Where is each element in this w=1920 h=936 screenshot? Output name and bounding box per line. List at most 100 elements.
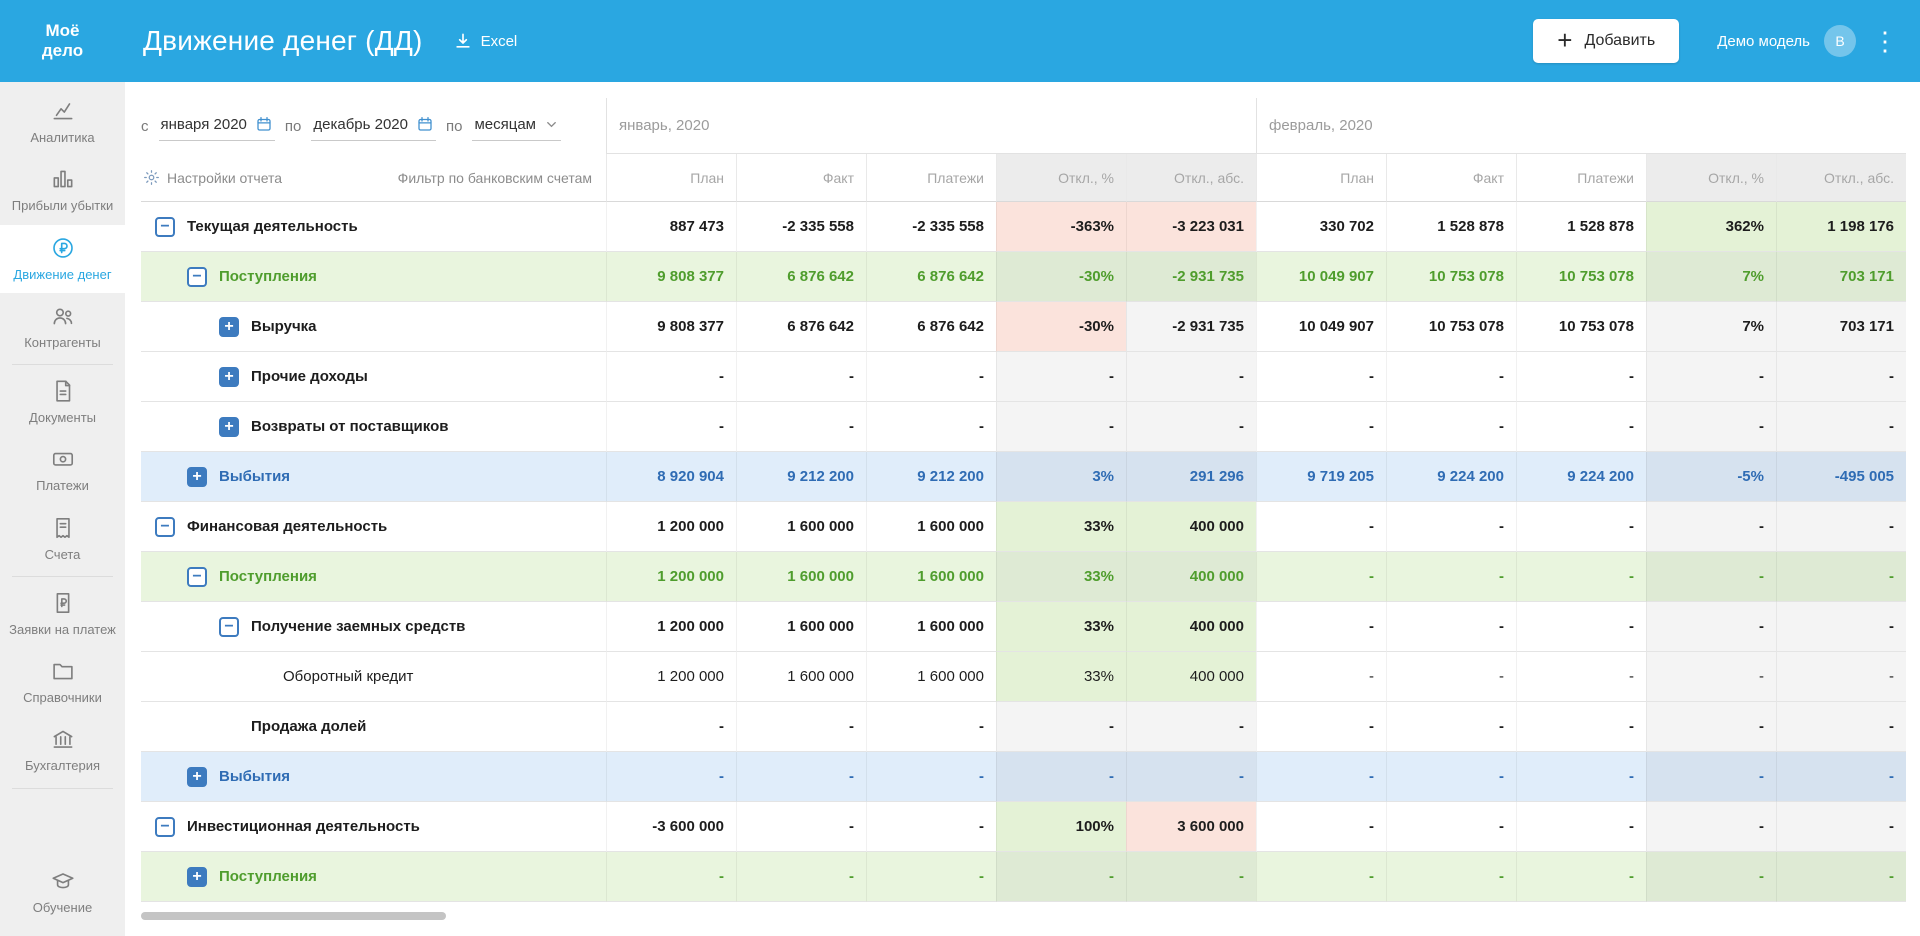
sidebar-item-label: Контрагенты	[24, 335, 101, 351]
sidebar-item-label: Заявки на платеж	[9, 622, 116, 638]
value-cell: -	[1256, 702, 1386, 752]
column-header: Платежи	[1516, 154, 1646, 202]
table-row: +Выбытия----------	[141, 752, 1906, 802]
table-row: +Прочие доходы----------	[141, 352, 1906, 402]
sidebar-divider	[12, 576, 113, 577]
excel-export-button[interactable]: Excel	[453, 31, 518, 51]
sidebar-item-accounting[interactable]: Бухгалтерия	[0, 716, 125, 784]
collapse-toggle-icon[interactable]: −	[155, 817, 175, 837]
scrollbar-thumb[interactable]	[141, 912, 446, 920]
value-cell: 1 200 000	[606, 652, 736, 702]
value-cell: 6 876 642	[736, 302, 866, 352]
directories-icon	[50, 658, 76, 684]
collapse-toggle-icon[interactable]: −	[155, 217, 175, 237]
value-cell: -	[1126, 402, 1256, 452]
sidebar-item-training[interactable]: Обучение	[0, 858, 125, 926]
download-icon	[453, 31, 473, 51]
sidebar-item-invoices[interactable]: Счета	[0, 505, 125, 573]
value-cell: 7%	[1646, 302, 1776, 352]
value-cell: -	[1516, 502, 1646, 552]
period-select[interactable]: месяцам	[472, 112, 561, 141]
value-cell: -	[1386, 502, 1516, 552]
bank-accounts-filter-button[interactable]: Фильтр по банковским счетам	[398, 170, 592, 186]
expand-toggle-icon[interactable]: +	[187, 867, 207, 887]
value-cell: -	[1646, 852, 1776, 902]
month-header-february: февраль, 2020	[1256, 98, 1906, 154]
chevron-down-icon	[544, 117, 559, 132]
report-settings-button[interactable]: Настройки отчета	[143, 169, 282, 186]
value-cell: -	[1646, 602, 1776, 652]
value-cell: -	[1256, 402, 1386, 452]
value-cell: -5%	[1646, 452, 1776, 502]
sidebar-item-contractors[interactable]: Контрагенты	[0, 293, 125, 361]
value-cell: -	[1516, 352, 1646, 402]
sidebar-item-payments[interactable]: Платежи	[0, 436, 125, 504]
value-cell: -	[1126, 852, 1256, 902]
value-cell: 3 600 000	[1126, 802, 1256, 852]
value-cell: -	[1776, 402, 1906, 452]
add-button[interactable]: + Добавить	[1533, 19, 1679, 63]
date-from-label: с	[141, 118, 149, 135]
row-name-cell: Оборотный кредит	[141, 652, 606, 702]
collapse-toggle-icon[interactable]: −	[187, 567, 207, 587]
value-cell: -495 005	[1776, 452, 1906, 502]
row-name-cell: +Выручка	[141, 302, 606, 352]
date-from-input[interactable]: января 2020	[159, 111, 275, 141]
row-name-cell: +Прочие доходы	[141, 352, 606, 402]
gear-icon	[143, 169, 160, 186]
value-cell: -	[606, 702, 736, 752]
collapse-toggle-icon[interactable]: −	[187, 267, 207, 287]
row-label: Оборотный кредит	[283, 668, 413, 685]
month-header-january: январь, 2020	[606, 98, 1256, 154]
table-row: +Выручка9 808 3776 876 6426 876 642-30%-…	[141, 302, 1906, 352]
row-label: Поступления	[219, 868, 317, 885]
sidebar-item-cash-flow[interactable]: Движение денег	[0, 225, 125, 293]
value-cell: -	[1386, 552, 1516, 602]
sidebar-divider	[12, 364, 113, 365]
value-cell: -	[1126, 702, 1256, 752]
sidebar-item-profit-loss[interactable]: Прибыли убытки	[0, 156, 125, 224]
app-logo[interactable]: Моё дело	[0, 21, 125, 60]
kebab-menu-icon[interactable]: ⋮	[1872, 28, 1898, 54]
row-name-cell: +Возвраты от поставщиков	[141, 402, 606, 452]
column-header: Платежи	[866, 154, 996, 202]
value-cell: -	[1776, 752, 1906, 802]
date-to-input[interactable]: декабрь 2020	[311, 111, 436, 141]
table-row: Оборотный кредит1 200 0001 600 0001 600 …	[141, 652, 1906, 702]
row-name-cell: −Получение заемных средств	[141, 602, 606, 652]
collapse-toggle-icon[interactable]: −	[219, 617, 239, 637]
value-cell: -	[1646, 552, 1776, 602]
avatar[interactable]: В	[1824, 25, 1856, 57]
user-menu[interactable]: Демо модель	[1717, 33, 1810, 50]
sidebar-item-payment-requests[interactable]: Заявки на платеж	[0, 580, 125, 648]
value-cell: 9 224 200	[1516, 452, 1646, 502]
contractors-icon	[50, 303, 76, 329]
value-cell: -	[1776, 852, 1906, 902]
value-cell: -	[1256, 352, 1386, 402]
value-cell: -	[1646, 702, 1776, 752]
expand-toggle-icon[interactable]: +	[187, 767, 207, 787]
value-cell: 1 600 000	[866, 602, 996, 652]
sidebar-item-documents[interactable]: Документы	[0, 368, 125, 436]
value-cell: 887 473	[606, 202, 736, 252]
value-cell: 10 753 078	[1516, 302, 1646, 352]
expand-toggle-icon[interactable]: +	[219, 317, 239, 337]
date-to-label: по	[285, 118, 301, 135]
value-cell: -	[1516, 802, 1646, 852]
value-cell: -	[1126, 752, 1256, 802]
period-select-value: месяцам	[474, 116, 536, 133]
value-cell: 6 876 642	[866, 302, 996, 352]
value-cell: 1 200 000	[606, 552, 736, 602]
value-cell: 1 600 000	[736, 602, 866, 652]
expand-toggle-icon[interactable]: +	[187, 467, 207, 487]
sidebar-item-analytics[interactable]: Аналитика	[0, 88, 125, 156]
collapse-toggle-icon[interactable]: −	[155, 517, 175, 537]
value-cell: 33%	[996, 502, 1126, 552]
sidebar-item-label: Справочники	[23, 690, 102, 706]
top-bar: Моё дело Движение денег (ДД) Excel + Доб…	[0, 0, 1920, 82]
sidebar-item-label: Счета	[45, 547, 81, 563]
expand-toggle-icon[interactable]: +	[219, 367, 239, 387]
expand-toggle-icon[interactable]: +	[219, 417, 239, 437]
sidebar-item-directories[interactable]: Справочники	[0, 648, 125, 716]
table-row: −Поступления9 808 3776 876 6426 876 642-…	[141, 252, 1906, 302]
